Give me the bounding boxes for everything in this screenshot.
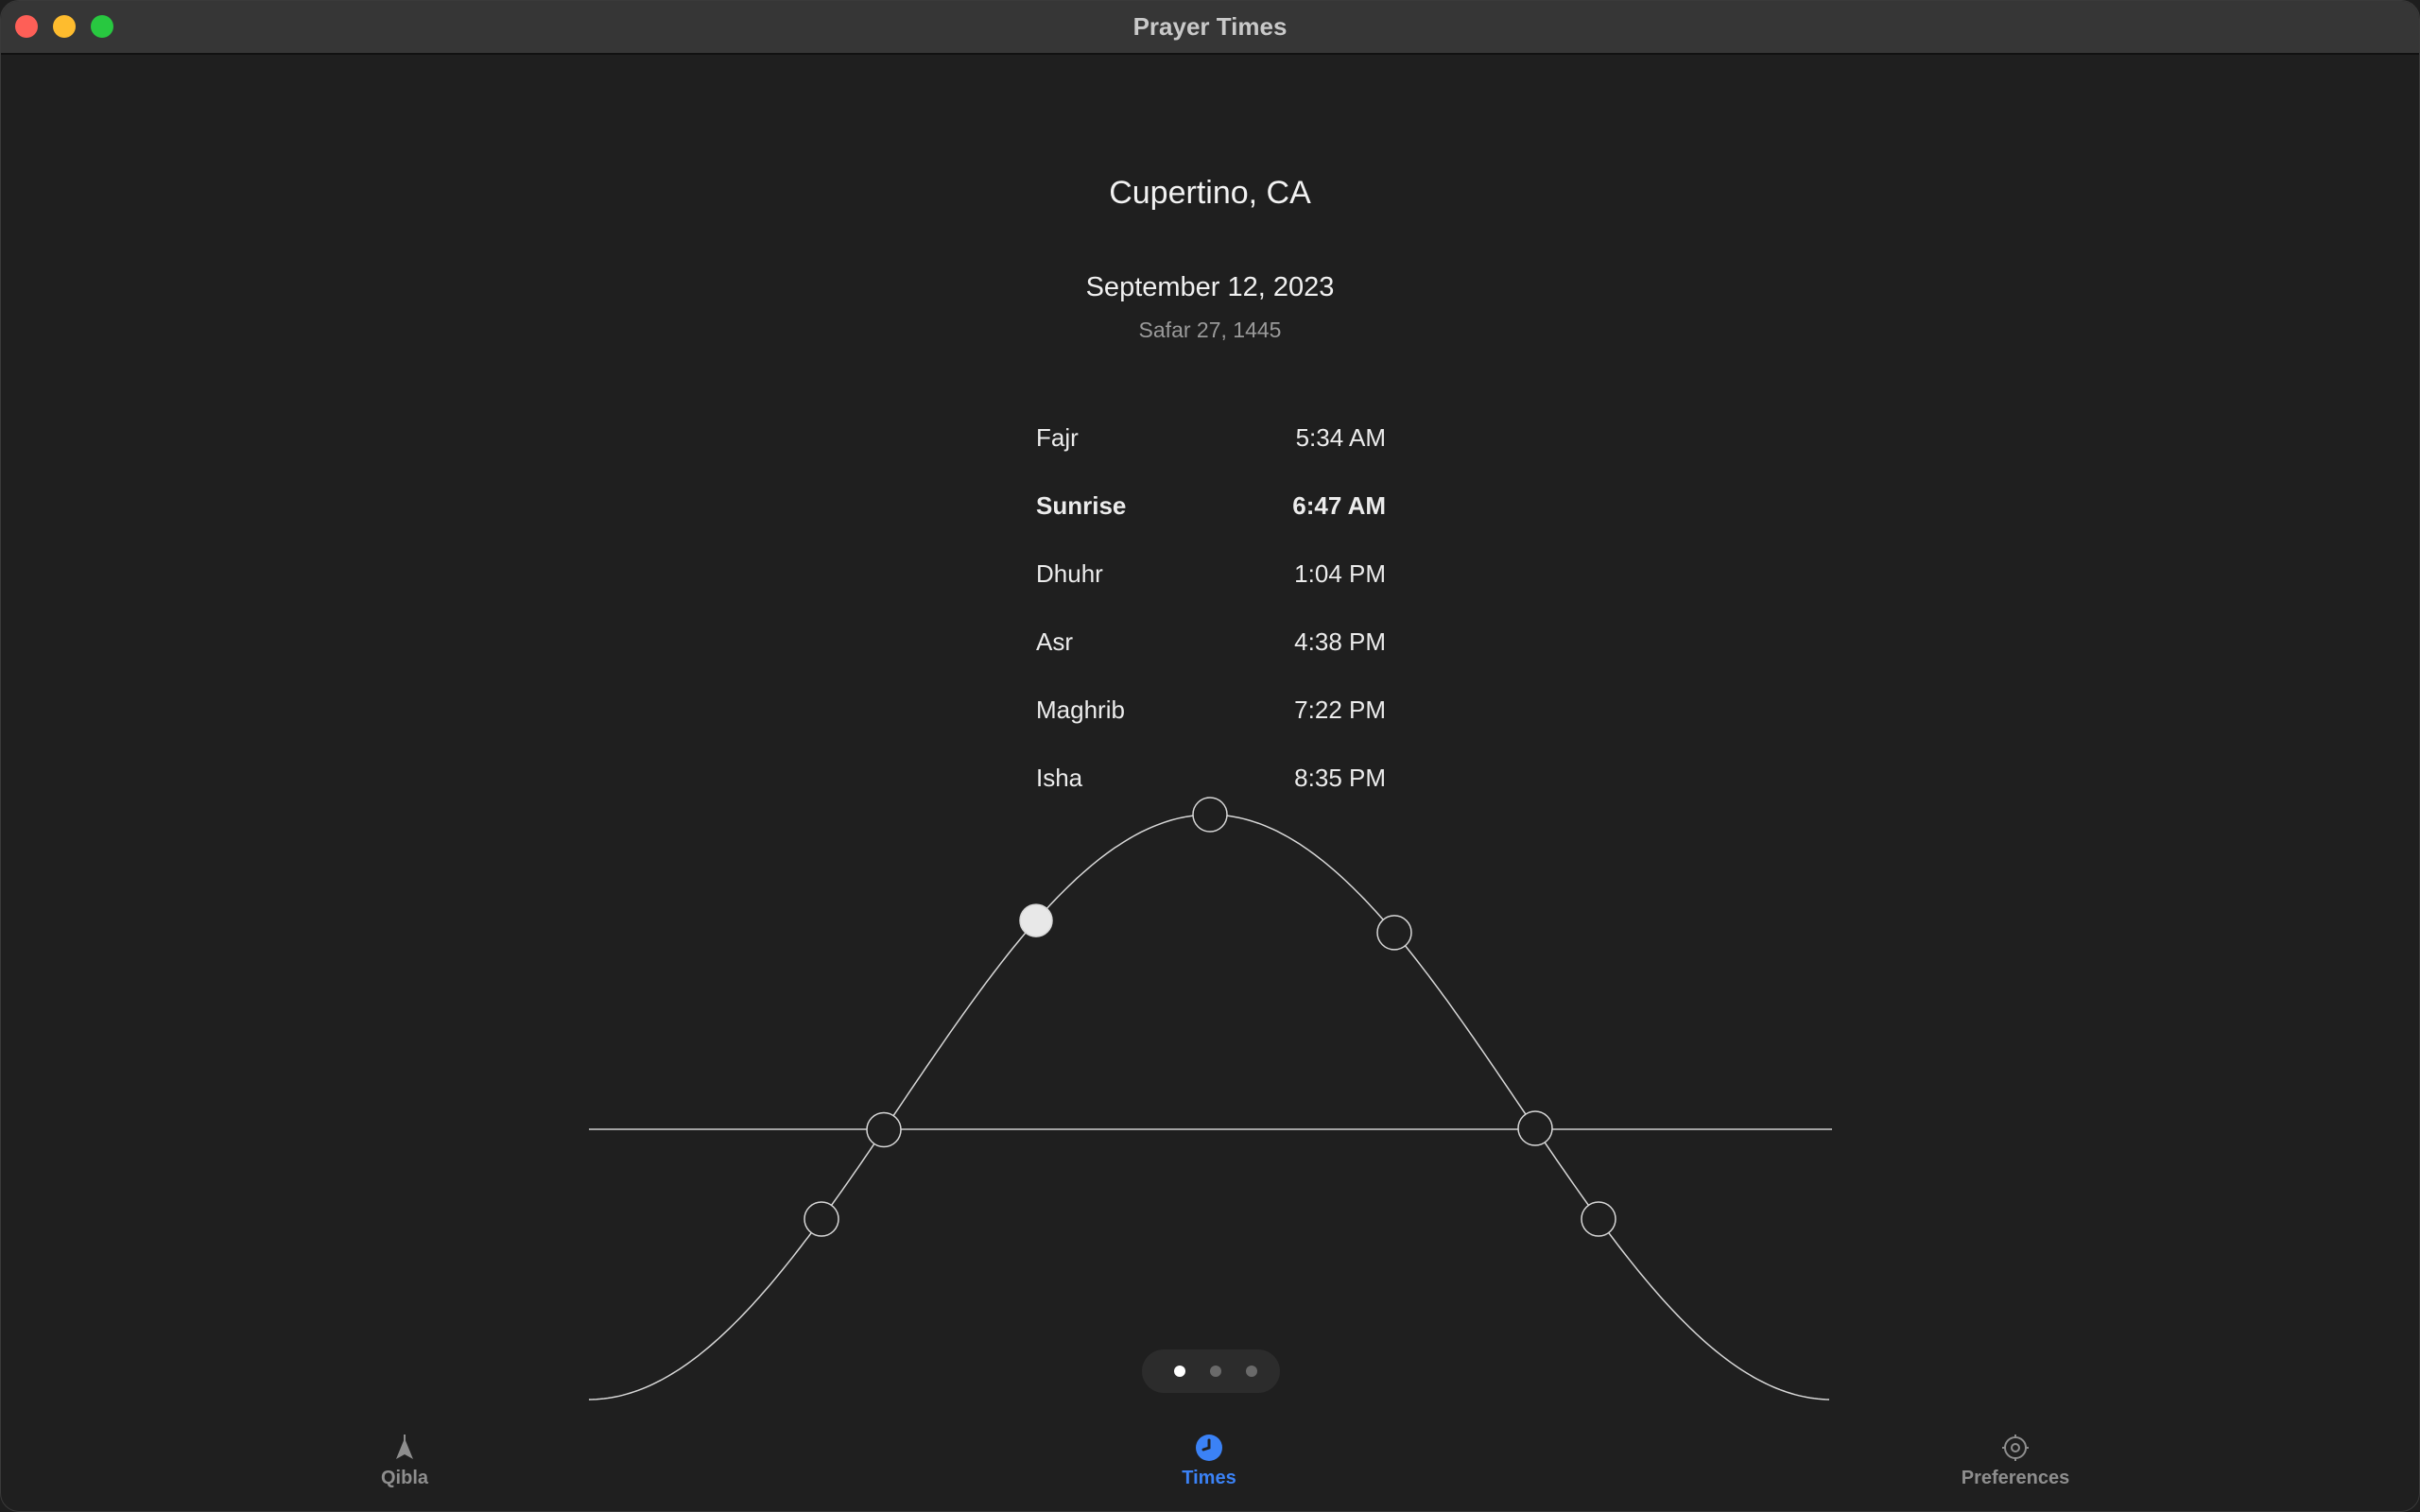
marker-fajr[interactable]: [804, 1201, 839, 1237]
prayer-time: 6:47 AM: [1292, 491, 1386, 520]
prayer-row-isha: Isha 8:35 PM: [1036, 745, 1386, 813]
app-window: Prayer Times Cupertino, CA September 12,…: [0, 0, 2420, 1512]
page-dot-2[interactable]: [1210, 1366, 1221, 1377]
gear-icon: [2002, 1435, 2029, 1461]
tab-preferences[interactable]: Preferences: [1902, 1416, 2129, 1511]
prayer-time: 7:22 PM: [1294, 696, 1386, 724]
prayer-name: Sunrise: [1036, 491, 1127, 520]
prayer-name: Maghrib: [1036, 696, 1125, 724]
marker-sunrise[interactable]: [1019, 903, 1053, 937]
page-indicator: [1142, 1349, 1280, 1393]
prayer-row-asr: Asr 4:38 PM: [1036, 609, 1386, 677]
title-bar[interactable]: Prayer Times: [1, 1, 2419, 55]
gregorian-date: September 12, 2023: [1085, 272, 1335, 302]
tab-qibla[interactable]: Qibla: [291, 1416, 518, 1511]
prayer-time: 4:38 PM: [1294, 627, 1386, 656]
times-page: Cupertino, CA September 12, 2023 Safar 2…: [1, 55, 2419, 1511]
prayer-name: Asr: [1036, 627, 1073, 656]
prayer-name: Fajr: [1036, 423, 1079, 452]
clock-icon: [1196, 1435, 1222, 1461]
tab-bar: Qibla Times Preferences: [1, 1416, 2419, 1511]
prayer-time: 8:35 PM: [1294, 764, 1386, 792]
page-dot-3[interactable]: [1246, 1366, 1257, 1377]
tab-times[interactable]: Times: [1096, 1416, 1322, 1511]
tab-label: Preferences: [1961, 1468, 2070, 1488]
prayer-row-maghrib: Maghrib 7:22 PM: [1036, 677, 1386, 745]
page-dot-1[interactable]: [1174, 1366, 1185, 1377]
prayer-row-sunrise: Sunrise 6:47 AM: [1036, 472, 1386, 541]
prayer-name: Isha: [1036, 764, 1083, 792]
location-title: Cupertino, CA: [1109, 175, 1311, 211]
marker-horizon-rise[interactable]: [866, 1111, 902, 1148]
prayer-name: Dhuhr: [1036, 559, 1103, 588]
prayer-row-dhuhr: Dhuhr 1:04 PM: [1036, 541, 1386, 609]
prayer-row-fajr: Fajr 5:34 AM: [1036, 404, 1386, 472]
marker-asr[interactable]: [1376, 915, 1412, 951]
marker-horizon-set[interactable]: [1517, 1110, 1553, 1146]
window-title: Prayer Times: [1132, 12, 1288, 41]
prayer-time: 5:34 AM: [1295, 423, 1386, 452]
hijri-date: Safar 27, 1445: [1138, 318, 1282, 342]
marker-isha[interactable]: [1581, 1201, 1616, 1237]
prayer-time: 1:04 PM: [1294, 559, 1386, 588]
compass-arrow-icon: [396, 1435, 413, 1459]
tab-label: Qibla: [380, 1468, 428, 1488]
tab-label: Times: [1182, 1468, 1236, 1488]
sun-path-curve: [588, 814, 1830, 1400]
prayer-times-list: Fajr 5:34 AM Sunrise 6:47 AM Dhuhr 1:04 …: [1036, 404, 1386, 813]
